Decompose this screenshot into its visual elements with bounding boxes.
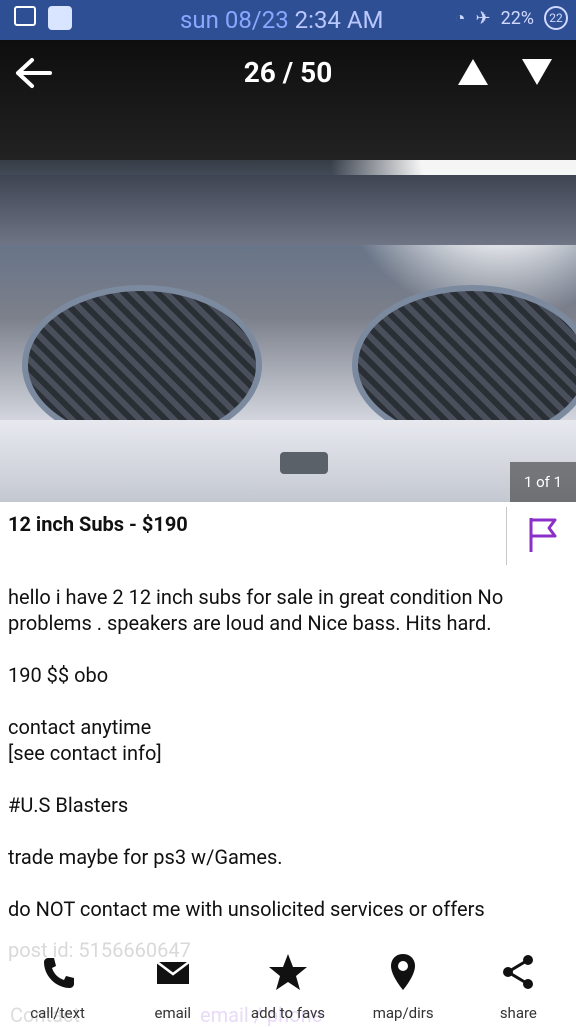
add-to-favs-label: add to favs — [250, 1004, 326, 1022]
listing-description: hello i have 2 12 inch subs for sale in … — [8, 585, 504, 921]
status-time: 2:34 AM — [294, 6, 384, 34]
email-button[interactable]: email — [115, 948, 230, 1022]
status-datetime: sun 08/23 2:34 AM — [180, 6, 383, 34]
listing-photo[interactable] — [0, 40, 576, 502]
call-text-button[interactable]: call/text — [0, 948, 115, 1022]
image-icon — [14, 6, 36, 26]
share-button[interactable]: share — [461, 948, 576, 1022]
share-icon — [503, 955, 534, 989]
listing-title-row: 12 inch Subs - $190 — [0, 502, 576, 566]
flag-icon[interactable] — [526, 516, 560, 554]
status-bar: sun 08/23 2:34 AM ◔ ✈ 22% 22 — [0, 0, 576, 40]
battery-badge: 22 — [544, 6, 568, 30]
listing-title: 12 inch Subs - $190 — [8, 512, 188, 536]
call-text-label: call/text — [30, 1004, 85, 1022]
map-pin-icon — [391, 954, 416, 990]
photo-counter: 1 of 1 — [510, 462, 576, 502]
email-label: email — [154, 1004, 192, 1022]
status-left-icons — [14, 6, 72, 30]
top-navigation: 26 / 50 — [0, 40, 576, 104]
map-dirs-label: map/dirs — [372, 1004, 434, 1022]
add-to-favs-button[interactable]: add to favs — [230, 948, 345, 1022]
map-dirs-button[interactable]: map/dirs — [346, 948, 461, 1022]
down-arrow-icon[interactable] — [520, 57, 554, 87]
t-mobile-icon — [48, 6, 72, 30]
trunk-latch — [280, 452, 328, 474]
wifi-icon: ◔ — [454, 7, 466, 29]
status-date: sun 08/23 — [180, 6, 289, 34]
star-icon — [268, 954, 307, 990]
flag-divider — [506, 507, 507, 565]
airplane-icon: ✈ — [475, 7, 491, 29]
phone-icon — [43, 958, 74, 988]
photo-shelf — [0, 175, 576, 245]
battery-percent: 22% — [500, 7, 534, 29]
up-arrow-icon[interactable] — [456, 57, 490, 87]
bottom-action-bar: call/text email add to favs map/dirs sha… — [0, 948, 576, 1024]
share-label: share — [499, 1004, 537, 1022]
status-right: ◔ ✈ 22% 22 — [455, 6, 568, 30]
email-icon — [156, 961, 190, 984]
